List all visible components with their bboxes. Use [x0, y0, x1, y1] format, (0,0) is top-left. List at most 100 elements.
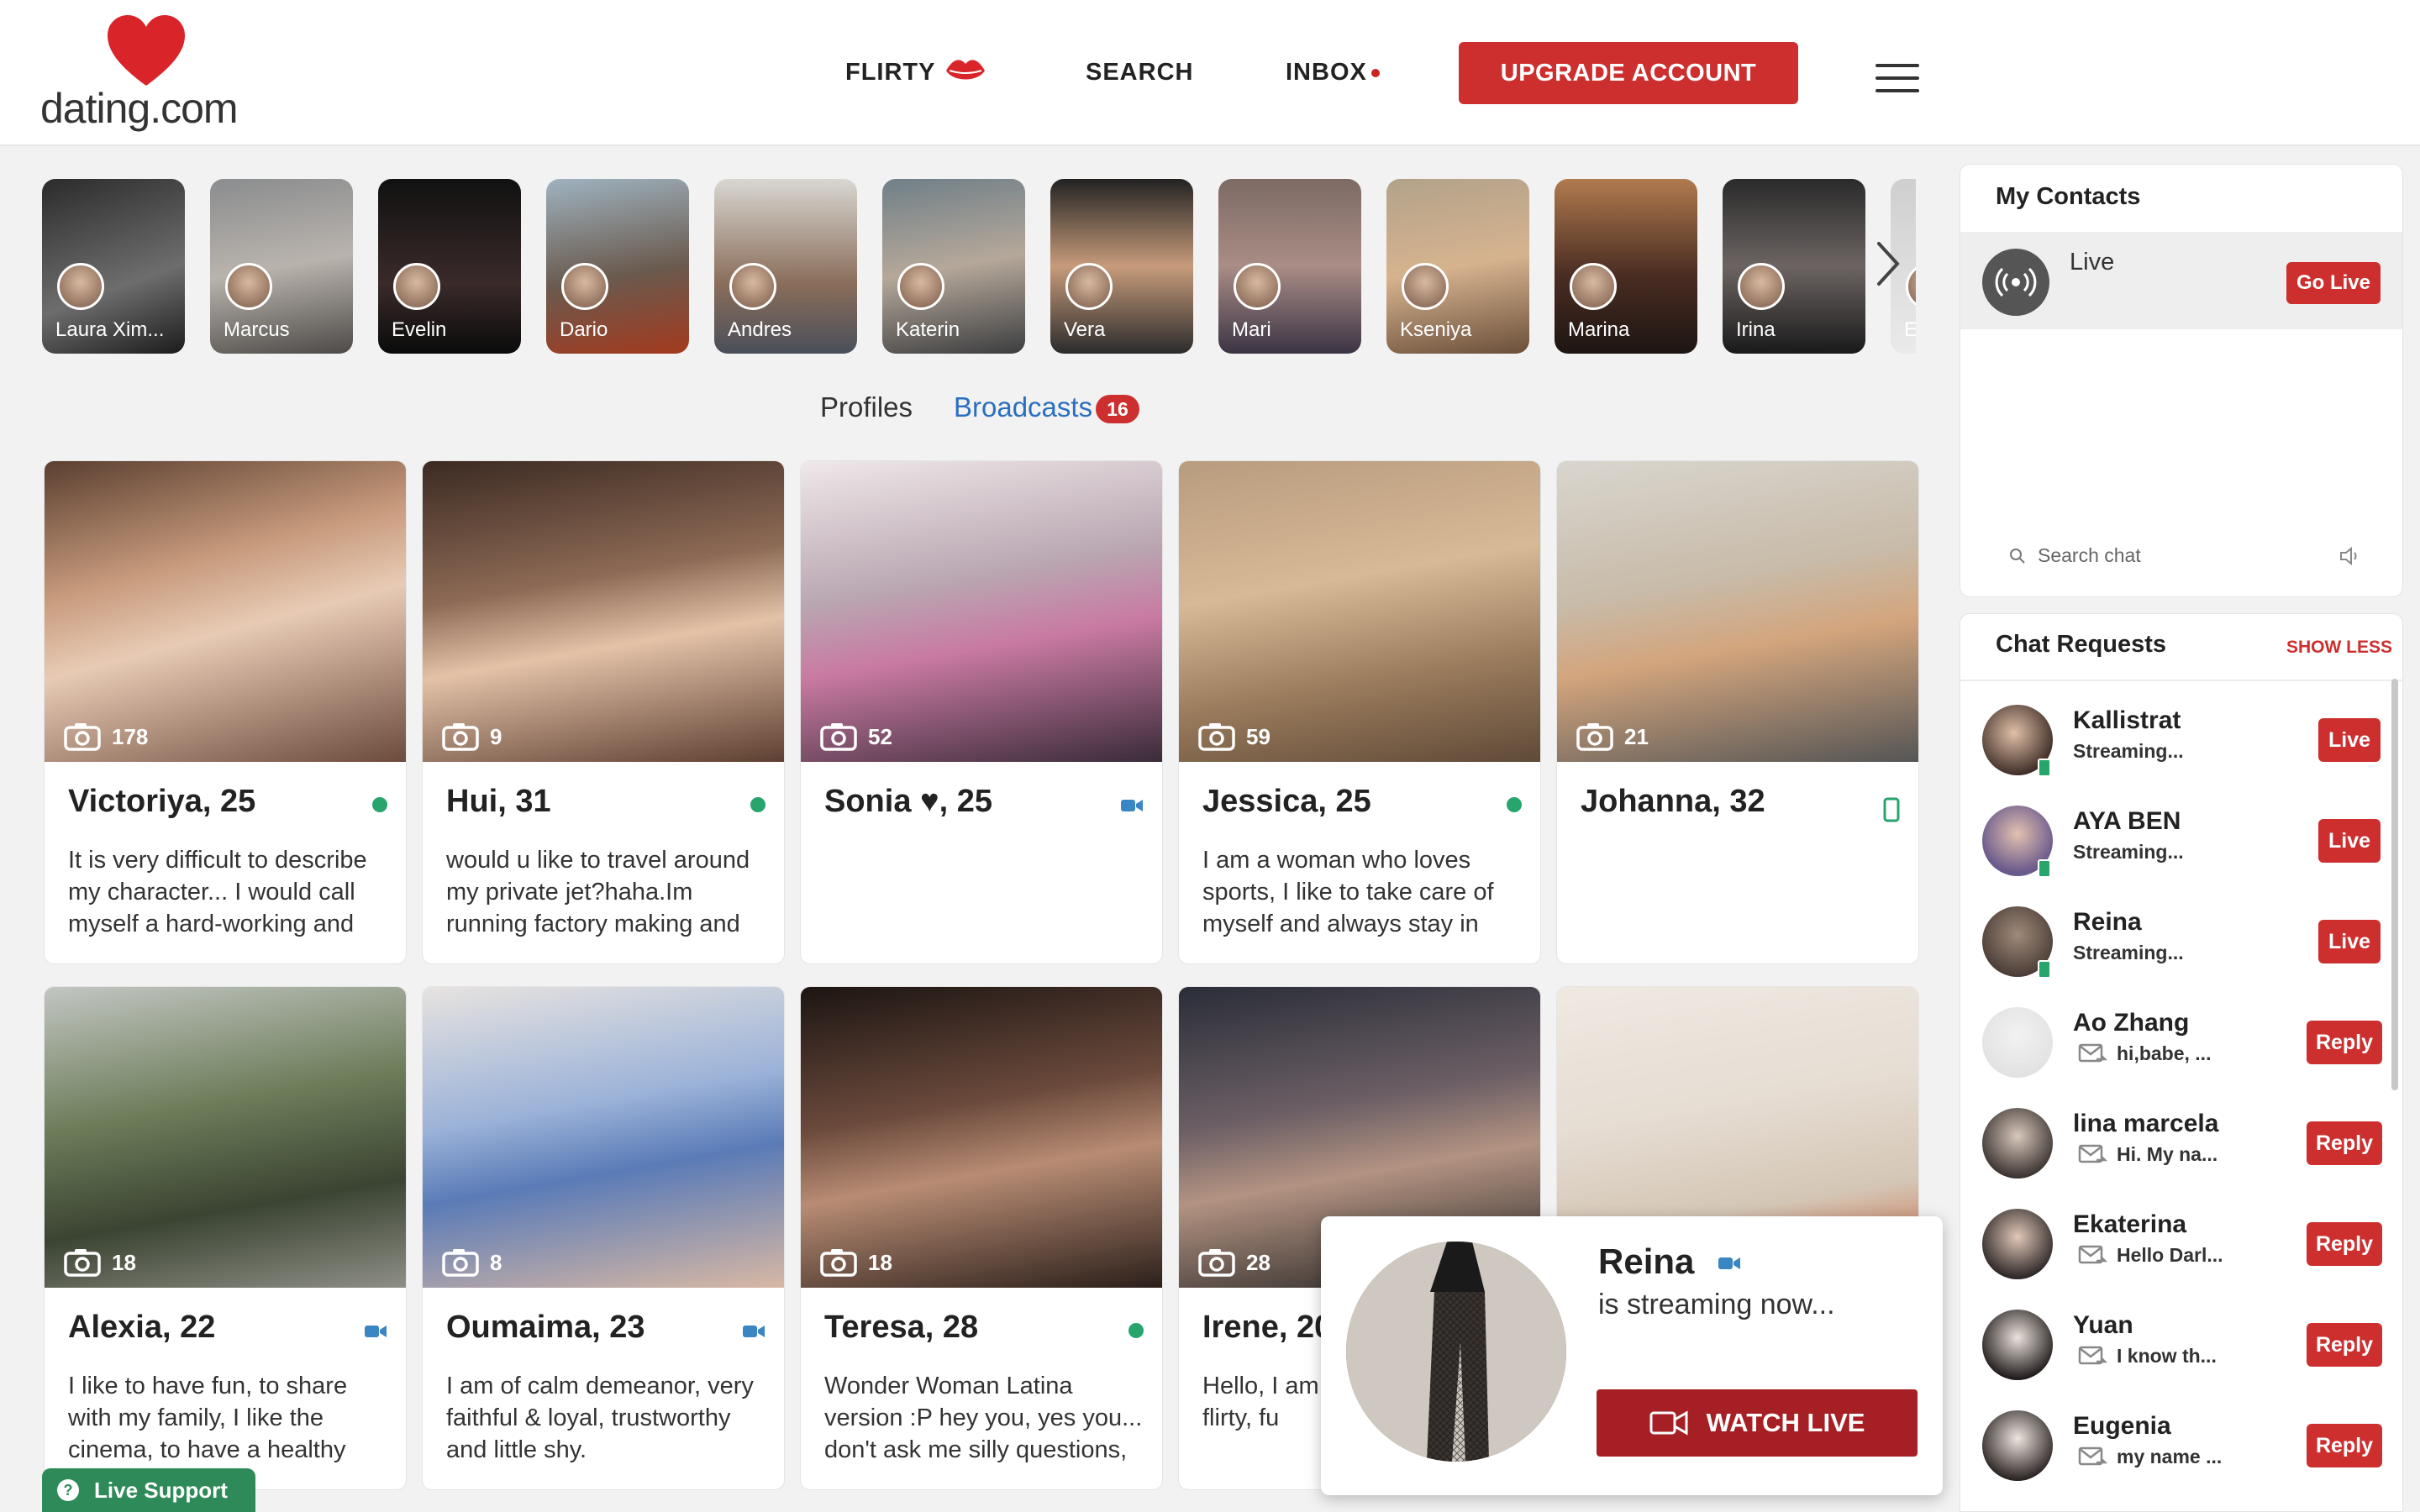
story-item[interactable]: Katerin: [882, 179, 1025, 354]
video-camera-icon: [365, 1326, 387, 1337]
story-item[interactable]: Laura Xim...: [42, 179, 185, 354]
reply-button[interactable]: Reply: [2307, 1323, 2382, 1367]
search-icon: [2010, 549, 2025, 564]
online-dot: [1507, 797, 1522, 812]
story-avatar: [1906, 263, 1916, 310]
search-chat-input[interactable]: Search chat: [2038, 544, 2141, 567]
profile-card[interactable]: 21 Johanna, 32: [1556, 460, 1919, 964]
nav-flirty[interactable]: FLIRTY: [845, 59, 936, 87]
profile-name: Teresa, 28: [824, 1310, 979, 1345]
chat-request-item[interactable]: Kallistrat Streaming... Live: [1960, 688, 2397, 789]
photo-count-value: 18: [868, 1249, 892, 1275]
go-live-button[interactable]: Go Live: [2286, 262, 2381, 304]
profile-photo[interactable]: [1557, 461, 1918, 762]
tab-broadcasts[interactable]: Broadcasts: [954, 391, 1092, 423]
watch-live-button[interactable]: WATCH LIVE: [1597, 1389, 1918, 1457]
chat-request-item[interactable]: Reina Streaming... Live: [1960, 890, 2397, 990]
request-message: hi,babe, ...: [2078, 1042, 2211, 1065]
profile-name: Irene, 20: [1202, 1310, 1333, 1345]
chat-request-item[interactable]: Yuan I know th... Reply: [1960, 1293, 2397, 1394]
profile-card[interactable]: 9 Hui, 31 would u like to travel around my…: [422, 460, 785, 964]
story-avatar: [1234, 263, 1281, 310]
profile-photo[interactable]: [801, 987, 1162, 1288]
avatar[interactable]: [1982, 1007, 2053, 1078]
story-name: Kseniya: [1400, 318, 1472, 341]
profile-bio: It is very difficult to describe my char…: [68, 847, 367, 937]
request-name: AYA BEN: [2073, 807, 2181, 835]
story-name: E: [1904, 318, 1916, 342]
show-less-link[interactable]: SHOW LESS: [2286, 638, 2392, 658]
live-button[interactable]: Live: [2318, 718, 2381, 762]
story-item[interactable]: Mari: [1218, 179, 1361, 354]
profile-card[interactable]: 52 Sonia ♥, 25: [800, 460, 1163, 964]
profile-name: Jessica, 25: [1202, 784, 1371, 819]
hamburger-menu-icon[interactable]: [1876, 64, 1919, 92]
chat-request-item[interactable]: AYA BEN Streaming... Live: [1960, 789, 2397, 890]
story-item[interactable]: Marina: [1555, 179, 1697, 354]
streaming-popup: Reina is streaming now... WATCH LIVE: [1321, 1216, 1943, 1495]
story-name: Mari: [1232, 318, 1271, 341]
story-item[interactable]: Vera: [1050, 179, 1193, 354]
request-message: Streaming...: [2073, 841, 2184, 863]
profile-photo[interactable]: [1179, 461, 1540, 762]
scrollbar[interactable]: [2391, 679, 2398, 1090]
profile-card[interactable]: 178 Victoriya, 25 It is very difficult to …: [44, 460, 407, 964]
request-message: Hi. My na...: [2078, 1143, 2217, 1166]
camera-icon: [442, 723, 479, 751]
profile-photo[interactable]: [423, 461, 784, 762]
live-support-button[interactable]: ? Live Support: [42, 1468, 255, 1512]
speaker-icon[interactable]: [2338, 546, 2360, 566]
profile-photo[interactable]: [423, 987, 784, 1288]
chat-request-item[interactable]: Eugenia my name ... Reply: [1960, 1394, 2397, 1494]
message-reply-icon: [2078, 1245, 2108, 1264]
chevron-right-icon[interactable]: [1876, 240, 1901, 287]
avatar[interactable]: [1982, 1108, 2053, 1179]
profile-card[interactable]: 18 Teresa, 28 Wonder Woman Latina version …: [800, 986, 1163, 1490]
story-item[interactable]: Irina: [1723, 179, 1865, 354]
story-avatar: [561, 263, 608, 310]
story-item[interactable]: Kseniya: [1386, 179, 1529, 354]
story-avatar: [225, 263, 272, 310]
live-row: Live Go Live: [1960, 232, 2402, 329]
photo-count-value: 59: [1246, 723, 1270, 749]
profile-card[interactable]: 18 Alexia, 22 I like to have fun, to share…: [44, 986, 407, 1490]
profile-card[interactable]: 59 Jessica, 25 I am a woman who loves spor…: [1178, 460, 1541, 964]
avatar[interactable]: [1982, 1209, 2053, 1279]
status-indicator: [750, 797, 765, 812]
avatar[interactable]: [1982, 1310, 2053, 1380]
reply-button[interactable]: Reply: [2307, 1424, 2382, 1467]
photo-count: 52: [819, 722, 892, 752]
reply-button[interactable]: Reply: [2307, 1121, 2382, 1165]
profile-card[interactable]: 8 Oumaima, 23 I am of calm demeanor, very …: [422, 986, 785, 1490]
profile-name: Johanna, 32: [1581, 784, 1765, 819]
chat-request-item[interactable]: Ekaterina Hello Darl... Reply: [1960, 1192, 2397, 1293]
story-item[interactable]: Marcus: [210, 179, 353, 354]
reply-button[interactable]: Reply: [2307, 1222, 2382, 1266]
watch-live-label: WATCH LIVE: [1706, 1408, 1865, 1437]
request-message-text: I know th...: [2117, 1345, 2217, 1367]
story-avatar: [729, 263, 776, 310]
logo-text[interactable]: dating.com: [40, 84, 239, 133]
chat-request-item[interactable]: Ao Zhang hi,babe, ... Reply: [1960, 990, 2397, 1091]
status-indicator: [742, 1323, 765, 1344]
tab-profiles[interactable]: Profiles: [820, 391, 913, 423]
live-button[interactable]: Live: [2318, 819, 2381, 863]
chat-request-item[interactable]: lina marcela Hi. My na... Reply: [1960, 1091, 2397, 1192]
avatar[interactable]: [1982, 1410, 2053, 1481]
upgrade-account-button[interactable]: UPGRADE ACCOUNT: [1459, 42, 1798, 104]
story-item[interactable]: Evelin: [378, 179, 521, 354]
camera-icon: [820, 1249, 857, 1277]
profile-photo[interactable]: [45, 987, 406, 1288]
popup-avatar[interactable]: [1346, 1242, 1566, 1462]
profile-photo[interactable]: [801, 461, 1162, 762]
live-button[interactable]: Live: [2318, 920, 2381, 963]
story-item[interactable]: Andres: [714, 179, 857, 354]
message-reply-icon: [2078, 1144, 2108, 1163]
profile-photo[interactable]: [45, 461, 406, 762]
profile-bio: would u like to travel around my private…: [446, 847, 750, 937]
reply-button[interactable]: Reply: [2307, 1021, 2382, 1064]
nav-inbox[interactable]: INBOX: [1286, 59, 1367, 87]
story-item[interactable]: Dario: [546, 179, 689, 354]
nav-search[interactable]: SEARCH: [1086, 59, 1193, 87]
story-name: Laura Xim...: [55, 318, 165, 341]
